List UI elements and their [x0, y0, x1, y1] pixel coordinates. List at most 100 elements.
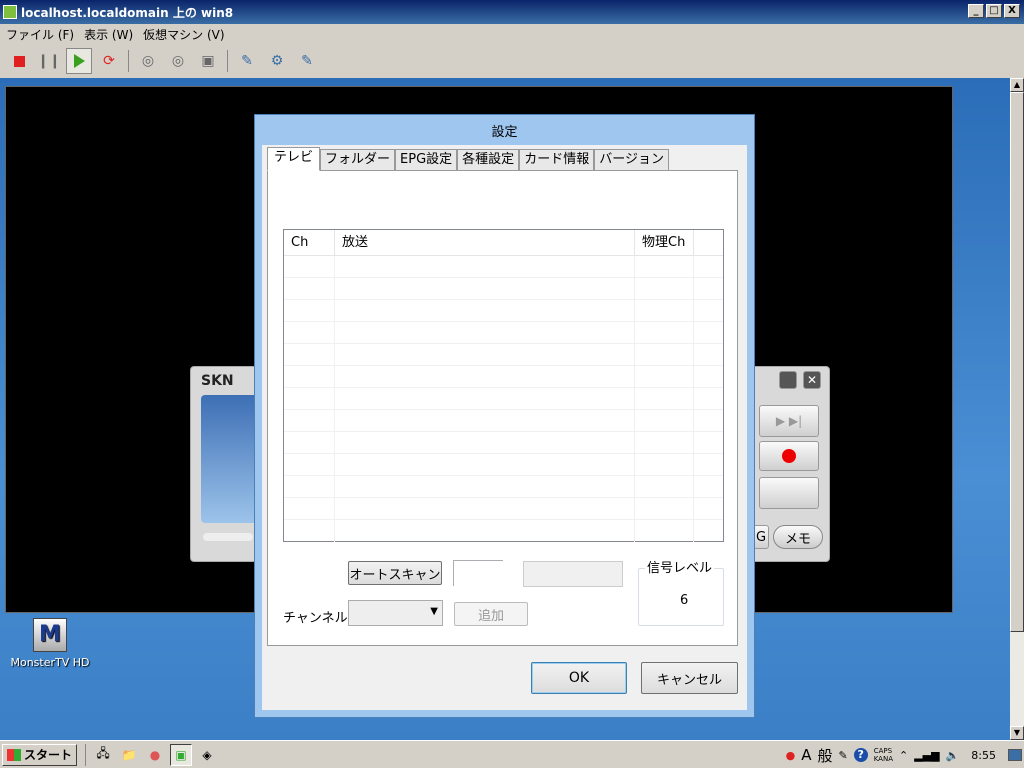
- volume-icon[interactable]: 🔈: [946, 749, 960, 762]
- player-minimize-button[interactable]: [779, 371, 797, 389]
- volume-slider[interactable]: [203, 533, 253, 541]
- auto-scan-button[interactable]: オートスキャン: [348, 561, 442, 585]
- revert-snapshot-button[interactable]: ◎: [165, 48, 191, 74]
- snapshot-manager-button[interactable]: ▣: [195, 48, 221, 74]
- windows-flag-icon: [7, 748, 21, 761]
- tab-epg[interactable]: EPG設定: [395, 149, 458, 171]
- add-button[interactable]: 追加: [454, 602, 528, 626]
- scan-input[interactable]: [453, 560, 503, 586]
- table-row: [284, 344, 723, 366]
- tab-various[interactable]: 各種設定: [457, 149, 520, 171]
- column-ch[interactable]: Ch: [284, 230, 335, 255]
- table-row: [284, 432, 723, 454]
- skn-logo: SKN: [201, 373, 234, 389]
- console-options-icon: ✎: [301, 53, 313, 69]
- edit-settings-button[interactable]: ✎: [234, 48, 260, 74]
- ime-a-label[interactable]: A: [801, 746, 811, 764]
- column-broadcast[interactable]: 放送: [335, 230, 635, 255]
- start-button[interactable]: スタート: [2, 743, 78, 766]
- toolbar-separator: [128, 50, 129, 72]
- maximize-button[interactable]: □: [986, 4, 1002, 18]
- tab-folder[interactable]: フォルダー: [320, 149, 396, 171]
- scroll-up-arrow[interactable]: ▲: [1010, 78, 1024, 92]
- show-desktop-icon[interactable]: [1008, 749, 1022, 761]
- reset-icon: ⟳: [103, 53, 115, 69]
- quick-launch-icon[interactable]: ◈: [196, 744, 218, 766]
- tab-version[interactable]: バージョン: [594, 149, 669, 171]
- channel-select[interactable]: ▼: [348, 600, 443, 626]
- menu-view[interactable]: 表示 (W): [84, 26, 133, 43]
- settings-tabs: テレビ フォルダー EPG設定 各種設定 カード情報 バージョン: [267, 147, 669, 171]
- table-row: [284, 322, 723, 344]
- minimize-button[interactable]: _: [968, 4, 984, 18]
- power-on-button[interactable]: [66, 48, 92, 74]
- table-row: [284, 366, 723, 388]
- table-row: [284, 520, 723, 542]
- explorer-icon[interactable]: 📁: [118, 744, 140, 766]
- channel-list[interactable]: Ch 放送 物理Ch: [283, 229, 724, 542]
- caps-label: CAPS: [873, 747, 893, 755]
- player-close-button[interactable]: ✕: [803, 371, 821, 389]
- table-row: [284, 476, 723, 498]
- ime-options-icon[interactable]: ✎: [838, 749, 847, 762]
- help-icon[interactable]: ?: [853, 748, 868, 762]
- ok-button[interactable]: OK: [531, 662, 627, 694]
- start-label: スタート: [24, 748, 73, 762]
- player-video-area: [201, 395, 261, 523]
- edit-settings-icon: ✎: [241, 53, 253, 69]
- connect-device-button[interactable]: ⚙: [264, 48, 290, 74]
- power-off-button[interactable]: [6, 48, 32, 74]
- column-physical-ch[interactable]: 物理Ch: [635, 230, 694, 255]
- record-icon: [782, 449, 796, 463]
- chevron-down-icon: ▼: [430, 606, 438, 617]
- scroll-down-arrow[interactable]: ▼: [1010, 726, 1024, 740]
- tab-tv[interactable]: テレビ: [267, 147, 321, 171]
- memo-button[interactable]: メモ: [773, 525, 823, 549]
- show-hidden-icons[interactable]: ⌃: [899, 749, 908, 762]
- stop-icon: [13, 55, 25, 67]
- snapshot-manager-icon: ▣: [201, 53, 215, 69]
- clock[interactable]: 8:55: [971, 749, 996, 762]
- taskbar-separator: [85, 743, 87, 766]
- tab-card-info[interactable]: カード情報: [519, 149, 595, 171]
- menu-file[interactable]: ファイル (F): [6, 26, 74, 43]
- menu-vm[interactable]: 仮想マシン (V): [143, 26, 224, 43]
- console-vertical-scrollbar[interactable]: ▲ ▼: [1010, 78, 1024, 740]
- firefox-icon[interactable]: ●: [144, 744, 166, 766]
- player-display-panel: [759, 477, 819, 509]
- caps-kana-indicator: CAPS KANA: [874, 747, 893, 763]
- table-row: [284, 498, 723, 520]
- signal-level-value: 6: [680, 593, 689, 608]
- channel-list-header: Ch 放送 物理Ch: [284, 230, 723, 256]
- toolbar-separator: [227, 50, 228, 72]
- epg-button[interactable]: G: [753, 525, 769, 549]
- desktop-icon-label: MonsterTV HD: [10, 656, 90, 669]
- close-button[interactable]: X: [1004, 4, 1020, 18]
- desktop-icon-monstertv[interactable]: M MonsterTV HD: [4, 618, 96, 669]
- dialog-title: 設定: [491, 125, 518, 140]
- vsphere-client-icon[interactable]: ▣: [170, 743, 193, 766]
- table-row: [284, 410, 723, 432]
- network-icon[interactable]: ▂▄▆: [914, 749, 939, 762]
- scan-progress-field: [523, 561, 623, 587]
- settings-dialog: 設定 テレビ フォルダー EPG設定 各種設定 カード情報 バージョン Ch 放…: [255, 115, 754, 717]
- pause-icon: ❙❙: [37, 53, 61, 69]
- reset-button[interactable]: ⟳: [96, 48, 122, 74]
- server-manager-icon[interactable]: 🖧: [92, 744, 114, 766]
- console-options-button[interactable]: ✎: [294, 48, 320, 74]
- taskbar: スタート 🖧 📁 ● ▣ ◈ ● A 般 ✎ ? CAPS KANA ⌃ ▂▄▆…: [0, 740, 1024, 768]
- cancel-button[interactable]: キャンセル: [641, 662, 738, 694]
- play-icon: [73, 54, 85, 68]
- system-tray: ● A 般 ✎ ? CAPS KANA ⌃ ▂▄▆ 🔈 8:55: [786, 744, 1022, 766]
- vm-app-icon: [3, 5, 17, 19]
- ime-mode-label[interactable]: 般: [817, 745, 832, 766]
- pause-button[interactable]: ❙❙: [36, 48, 62, 74]
- snapshot-button[interactable]: ◎: [135, 48, 161, 74]
- table-row: [284, 388, 723, 410]
- channel-list-rows: [284, 256, 723, 542]
- record-button[interactable]: [759, 441, 819, 471]
- skip-forward-button[interactable]: ▶ ▶|: [759, 405, 819, 437]
- scroll-thumb[interactable]: [1010, 92, 1024, 632]
- ime-toolbar-icon[interactable]: ●: [786, 749, 796, 762]
- channel-label: チャンネル: [283, 611, 348, 626]
